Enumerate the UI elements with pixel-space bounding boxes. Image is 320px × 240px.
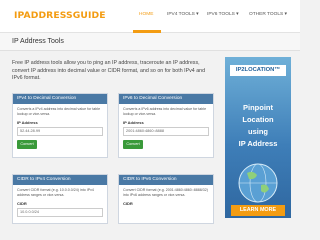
cidr-ipv4-panel: CIDR to IPv4 Conversion Convert CIDR for… [12,174,108,224]
ad-headline-line: IP Address [238,139,278,148]
cidr-ipv6-panel: CIDR to IPv6 Conversion Convert CIDR for… [118,174,214,224]
ip-address-label: IP Address [123,120,144,125]
panel-description: Converts a IPv6 address into decimal val… [123,107,207,116]
panel-title: CIDR to IPv4 Conversion [13,175,107,185]
ip2location-logo: IP2LOCATION™ [230,65,286,76]
cidr-label: CIDR [123,201,133,206]
ip-address-label: IP Address [17,120,38,125]
ad-headline-line: using [248,127,268,136]
ad-headline-line: Location [242,115,274,124]
nav-ipv6-tools[interactable]: IPV6 TOOLS ▾ [207,12,239,17]
ipv4-decimal-panel: IPv4 to Decimal Conversion Converts a IP… [12,93,108,158]
panel-description: Convert CIDR format (e.g. 10.0.0.0/24) i… [17,188,94,197]
cidr-ipv4-input[interactable]: 10.0.0.0/24 [17,208,103,217]
panel-description: Convert CIDR format (e.g. 2001:4860:4860… [123,188,208,197]
nav-ipv4-tools[interactable]: IPV4 TOOLS ▾ [167,12,199,17]
panel-title: IPv6 to Decimal Conversion [119,94,213,104]
panel-title: IPv4 to Decimal Conversion [13,94,107,104]
globe-icon [238,163,278,203]
top-navbar: IPADDRESSGUIDE HOME IPV4 TOOLS ▾ IPV6 TO… [0,0,300,33]
page-title-bar: IP Address Tools [0,33,300,51]
learn-more-button[interactable]: LEARN MORE [231,205,285,216]
ipv4-convert-button[interactable]: Convert [17,140,37,149]
ipv6-address-input[interactable]: 2001:4860:4860::8888 [123,127,209,136]
nav-home[interactable]: HOME [139,12,153,17]
ip2location-ad[interactable]: IP2LOCATION™ Pinpoint Location using IP … [225,57,291,218]
panel-description: Converts a IPv4 address into decimal val… [17,107,101,116]
cidr-label: CIDR [17,201,27,206]
ipv4-address-input[interactable]: 52.44.28.99 [17,127,103,136]
page-title: IP Address Tools [12,38,64,45]
panel-title: CIDR to IPv6 Conversion [119,175,213,185]
site-logo[interactable]: IPADDRESSGUIDE [14,10,106,21]
intro-text: Free IP address tools allow you to ping … [12,60,206,81]
ad-headline-line: Pinpoint [243,103,273,112]
ipv6-convert-button[interactable]: Convert [123,140,143,149]
nav-other-tools[interactable]: OTHER TOOLS ▾ [249,12,287,17]
ipv6-decimal-panel: IPv6 to Decimal Conversion Converts a IP… [118,93,214,158]
